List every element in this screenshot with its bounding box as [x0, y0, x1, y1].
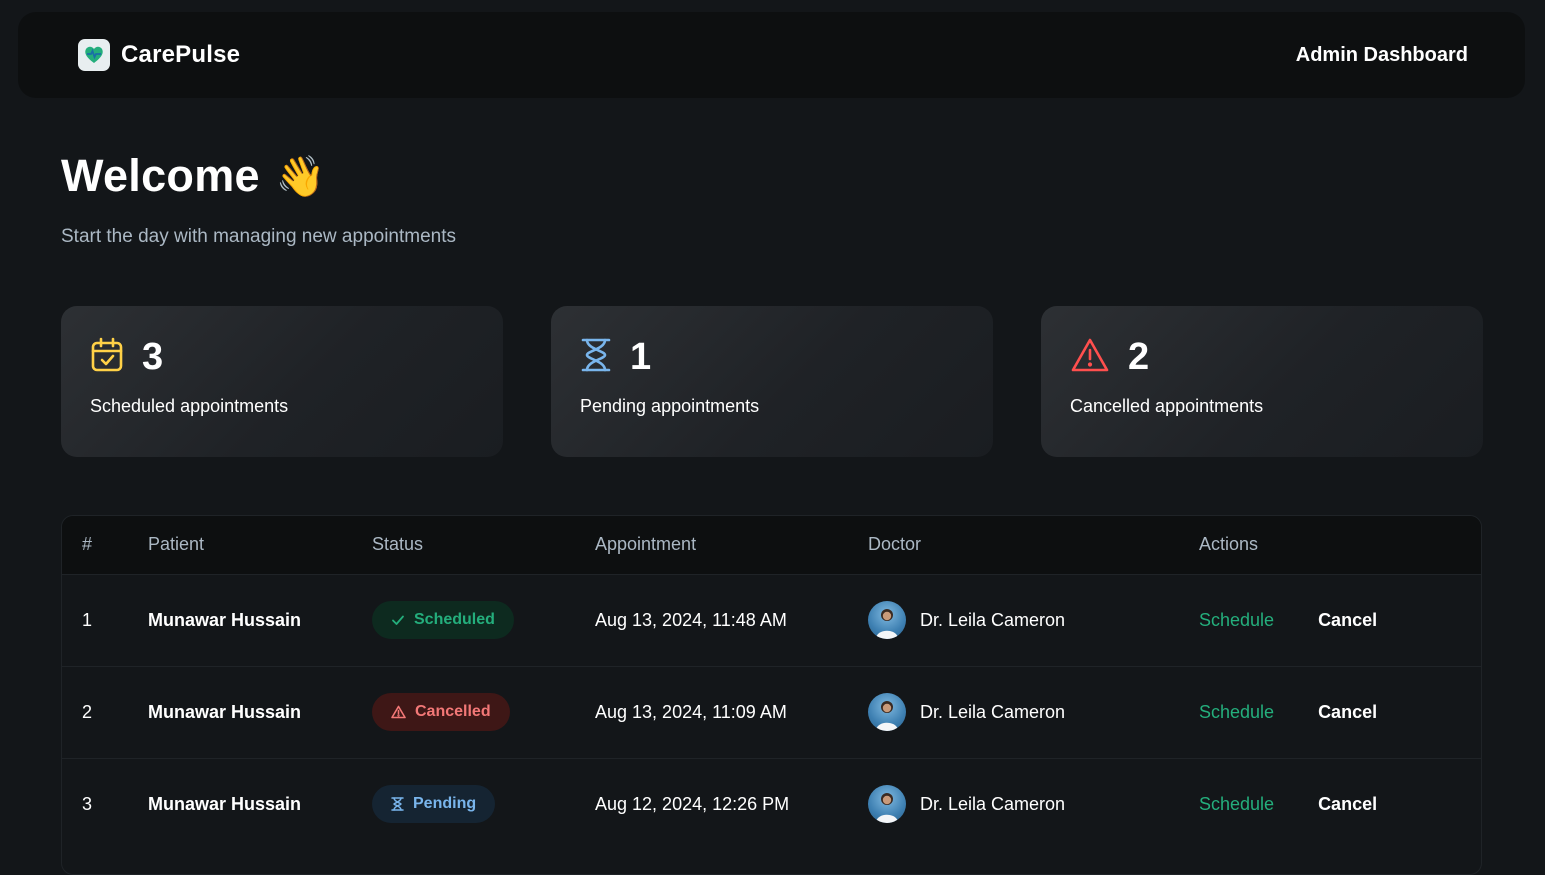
status-label: Scheduled: [414, 611, 495, 628]
calendar-check-icon: [90, 337, 124, 378]
schedule-button[interactable]: Schedule: [1199, 794, 1274, 815]
schedule-button[interactable]: Schedule: [1199, 702, 1274, 723]
check-icon: [392, 615, 404, 625]
appointments-table: # Patient Status Appointment Doctor Acti…: [61, 515, 1482, 875]
patient-name: Munawar Hussain: [148, 609, 302, 630]
welcome-heading: Welcome: [61, 150, 260, 201]
row-actions: Schedule Cancel: [1199, 702, 1481, 723]
stat-label: Scheduled appointments: [90, 396, 289, 416]
column-header-number: #: [82, 534, 93, 555]
welcome-subtitle: Start the day with managing new appointm…: [61, 226, 457, 247]
doctor-cell: Dr. Leila Cameron: [868, 601, 1199, 639]
table-header-row: # Patient Status Appointment Doctor Acti…: [62, 516, 1481, 574]
table-row: 2 Munawar Hussain Cancelled Aug 13, 2024…: [62, 666, 1481, 758]
doctor-cell: Dr. Leila Cameron: [868, 693, 1199, 731]
stat-label: Cancelled appointments: [1070, 396, 1264, 416]
row-number: 2: [82, 701, 93, 722]
row-number: 3: [82, 793, 93, 814]
brand-name: CarePulse: [121, 41, 241, 68]
cancel-button[interactable]: Cancel: [1318, 702, 1377, 723]
doctor-name: Dr. Leila Cameron: [920, 701, 1066, 722]
hourglass-icon: [580, 337, 612, 378]
doctor-avatar: [868, 785, 906, 824]
top-navbar: CarePulse Admin Dashboard: [18, 12, 1525, 98]
doctor-cell: Dr. Leila Cameron: [868, 785, 1199, 824]
status-badge: Pending: [372, 785, 496, 824]
column-header-actions: Actions: [1199, 534, 1259, 555]
hourglass-icon: [391, 797, 404, 811]
stat-cards: 3 Scheduled appointments 1 Pending appoi…: [61, 306, 1483, 457]
patient-name: Munawar Hussain: [148, 793, 302, 814]
brand[interactable]: CarePulse: [78, 39, 240, 71]
carepulse-logo-icon: [78, 39, 110, 71]
table-row: 1 Munawar Hussain Scheduled Aug 13, 2024…: [62, 574, 1481, 666]
patient-name: Munawar Hussain: [148, 701, 302, 722]
column-header-appointment: Appointment: [595, 534, 697, 555]
column-header-status: Status: [372, 534, 424, 555]
stat-card-pending: 1 Pending appointments: [551, 306, 993, 457]
appointment-date: Aug 13, 2024, 11:09 AM: [595, 701, 787, 722]
status-badge: Scheduled: [372, 601, 514, 639]
doctor-name: Dr. Leila Cameron: [920, 793, 1066, 814]
alert-triangle-icon: [391, 705, 406, 719]
stat-count: 2: [1128, 335, 1150, 378]
doctor-name: Dr. Leila Cameron: [920, 609, 1066, 630]
stat-count: 3: [142, 335, 164, 378]
row-actions: Schedule Cancel: [1199, 794, 1481, 815]
status-label: Cancelled: [415, 703, 491, 720]
alert-triangle-icon: [1070, 337, 1110, 378]
row-actions: Schedule Cancel: [1199, 610, 1481, 631]
stat-card-cancelled: 2 Cancelled appointments: [1041, 306, 1483, 457]
column-header-doctor: Doctor: [868, 534, 922, 555]
status-badge: Cancelled: [372, 693, 510, 731]
stat-label: Pending appointments: [580, 396, 760, 416]
status-label: Pending: [413, 795, 477, 813]
welcome-section: Welcome 👋 Start the day with managing ne…: [61, 150, 456, 248]
doctor-avatar: [868, 601, 906, 639]
row-number: 1: [82, 609, 93, 630]
column-header-patient: Patient: [148, 534, 205, 555]
wave-emoji-icon: 👋: [275, 154, 326, 199]
appointment-date: Aug 12, 2024, 12:26 PM: [595, 793, 790, 814]
page-title: Admin Dashboard: [1295, 43, 1468, 66]
stat-count: 1: [630, 335, 652, 378]
cancel-button[interactable]: Cancel: [1318, 610, 1377, 631]
appointment-date: Aug 13, 2024, 11:48 AM: [595, 609, 787, 630]
cancel-button[interactable]: Cancel: [1318, 794, 1377, 815]
stat-card-scheduled: 3 Scheduled appointments: [61, 306, 503, 457]
schedule-button[interactable]: Schedule: [1199, 610, 1274, 631]
doctor-avatar: [868, 693, 906, 731]
table-row: 3 Munawar Hussain Pending Aug 12, 2024, …: [62, 758, 1481, 850]
